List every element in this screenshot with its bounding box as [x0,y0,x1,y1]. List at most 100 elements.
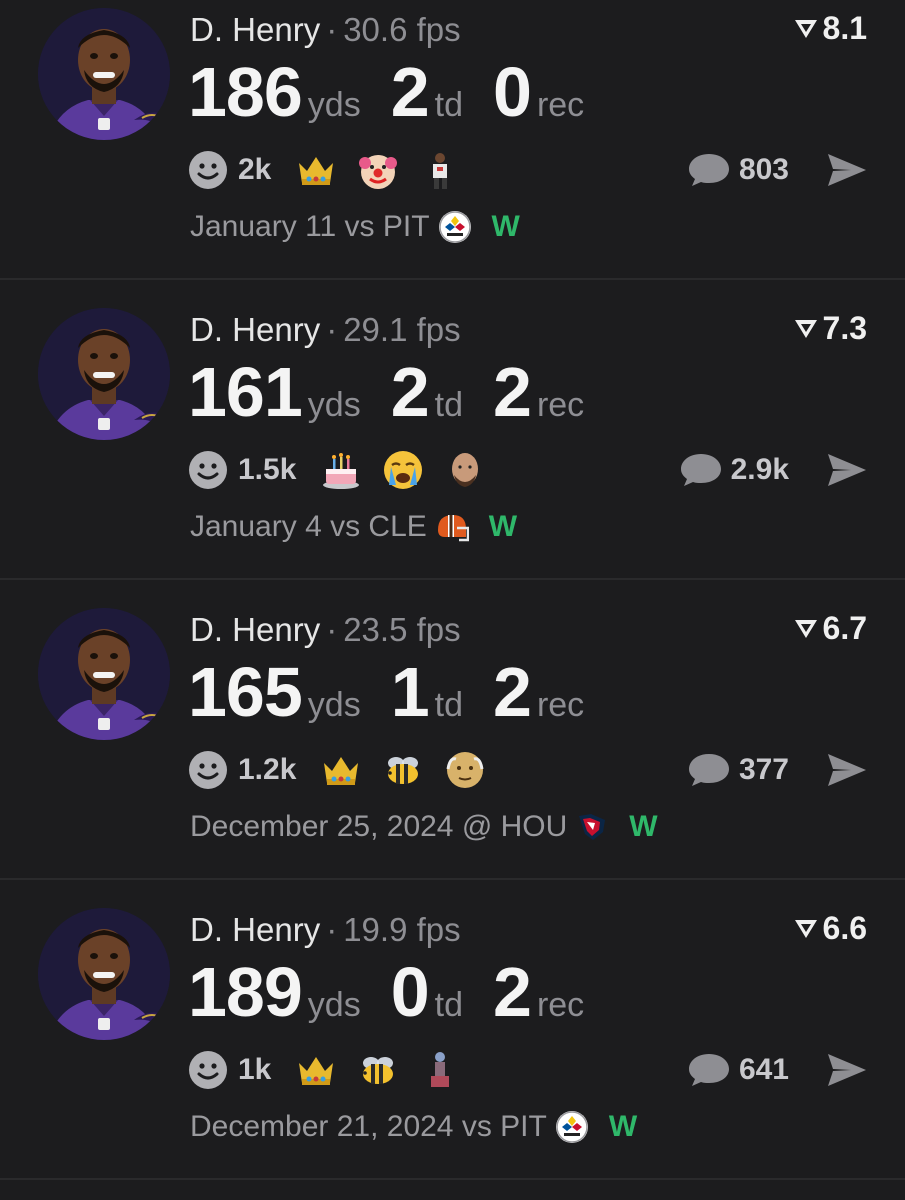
score-value: 6.7 [822,610,867,646]
post-actions: 641 [687,1048,869,1092]
receptions-value: 2 [493,353,532,431]
crown-icon [295,1049,337,1091]
fantasy-points: 30.6 fps [343,11,461,48]
reaction-count: 1k [238,1053,272,1086]
post-actions: 803 [687,148,869,192]
post-header: D. Henry · 29.1 fps [190,308,461,352]
player-name[interactable]: D. Henry [190,11,320,48]
game-post-card[interactable]: D. Henry · 19.9 fps 6.6 189 yds 0 td 2 rec 1k… [0,880,905,1180]
crown-icon [320,749,362,791]
clown-icon [357,149,399,191]
player-photo-icon [38,8,170,140]
separator-dot: · [326,911,338,948]
fantasy-points: 23.5 fps [343,611,461,648]
yards-value: 161 [188,353,303,431]
share-icon[interactable] [825,750,869,790]
game-info: January 4 vs CLE W [190,510,517,544]
touchdowns-label: td [434,86,464,124]
reaction-count: 1.5k [238,453,297,486]
game-post-card[interactable]: D. Henry · 23.5 fps 6.7 165 yds 1 td 2 rec 1.… [0,580,905,880]
yards-label: yds [307,386,361,424]
touchdowns-value: 2 [390,53,430,131]
comment-count[interactable]: 803 [739,153,789,187]
post-actions: 377 [687,748,869,792]
game-date: December 25, 2024 @ HOU [190,810,568,843]
player-avatar[interactable] [38,308,170,440]
yards-value: 189 [188,953,303,1031]
reaction-bar[interactable]: 2k [188,148,481,192]
receptions-label: rec [536,986,585,1024]
yards-value: 165 [188,653,303,731]
browns-helmet-icon [435,510,469,544]
stat-line: 165 yds 1 td 2 rec [188,652,614,732]
post-actions: 2.9k [679,448,869,492]
comment-icon[interactable] [687,1052,731,1088]
player-photo-icon [38,908,170,1040]
player-avatar[interactable] [38,8,170,140]
receptions-value: 2 [493,953,532,1031]
activity-feed: D. Henry · 30.6 fps 8.1 186 yds 2 td 0 rec 2k… [0,0,905,1200]
rating-score: 6.7 [793,610,867,647]
reaction-bar[interactable]: 1k [188,1048,481,1092]
receptions-value: 2 [493,653,532,731]
score-triangle-icon [793,916,819,942]
player-name[interactable]: D. Henry [190,611,320,648]
bald-man-icon [444,449,486,491]
steelers-logo-icon [438,210,472,244]
smiley-react-icon[interactable] [188,150,228,190]
comment-icon[interactable] [687,752,731,788]
reaction-bar[interactable]: 1.5k [188,448,506,492]
game-result: W [629,810,658,843]
older-man-icon [444,749,486,791]
comment-icon[interactable] [679,452,723,488]
game-date: January 4 vs CLE [190,510,427,543]
game-result: W [488,510,518,543]
game-post-card[interactable]: D. Henry · 30.6 fps 8.1 186 yds 2 td 0 rec 2k… [0,0,905,280]
game-info: December 25, 2024 @ HOU W [190,810,658,844]
player-photo-icon [38,608,170,740]
game-info: January 11 vs PIT W [190,210,520,244]
reaction-bar[interactable]: 1.2k [188,748,506,792]
stat-line: 186 yds 2 td 0 rec [188,52,614,132]
share-icon[interactable] [825,450,869,490]
reaction-count: 2k [238,153,272,186]
yards-label: yds [307,986,361,1024]
stat-line: 189 yds 0 td 2 rec [188,952,614,1032]
player-avatar[interactable] [38,608,170,740]
rating-score: 7.3 [793,310,867,347]
bee-icon [382,749,424,791]
comment-icon[interactable] [687,152,731,188]
player-avatar[interactable] [38,908,170,1040]
comment-count[interactable]: 2.9k [731,453,789,487]
comment-count[interactable]: 377 [739,753,789,787]
crying-face-icon [382,449,424,491]
game-date: December 21, 2024 vs PIT [190,1110,547,1143]
smiley-react-icon[interactable] [188,450,228,490]
player-icon [419,149,461,191]
receptions-label: rec [536,386,585,424]
receptions-label: rec [536,86,585,124]
comment-count[interactable]: 641 [739,1053,789,1087]
touchdowns-value: 0 [390,953,430,1031]
score-value: 7.3 [822,310,867,346]
player-name[interactable]: D. Henry [190,311,320,348]
touchdowns-label: td [434,986,464,1024]
player-name[interactable]: D. Henry [190,911,320,948]
cake-icon [320,449,362,491]
player-photo-icon [38,308,170,440]
game-info: December 21, 2024 vs PIT W [190,1110,637,1144]
game-post-card[interactable]: D. Henry · 29.1 fps 7.3 161 yds 2 td 2 rec 1.… [0,280,905,580]
separator-dot: · [326,611,338,648]
game-result: W [608,1110,638,1143]
score-value: 6.6 [822,910,867,946]
post-header: D. Henry · 19.9 fps [190,908,461,952]
smiley-react-icon[interactable] [188,750,228,790]
share-icon[interactable] [825,150,869,190]
share-icon[interactable] [825,1050,869,1090]
yards-label: yds [307,86,361,124]
crown-icon [295,149,337,191]
smiley-react-icon[interactable] [188,1050,228,1090]
statue-icon [419,1049,461,1091]
receptions-label: rec [536,686,585,724]
reaction-count: 1.2k [238,753,297,786]
